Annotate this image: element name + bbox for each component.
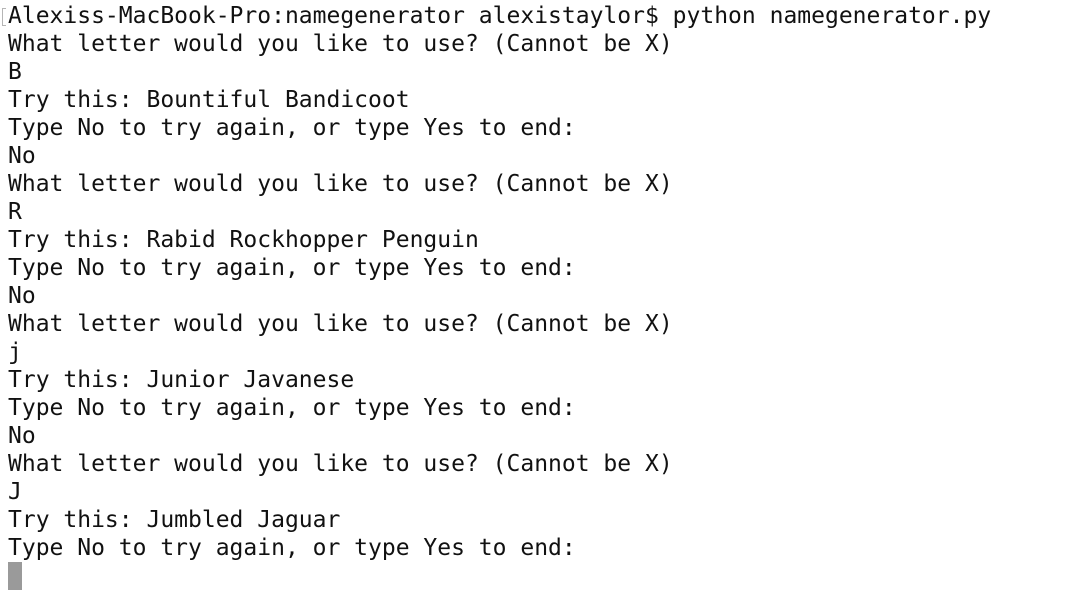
terminal-line-user-input: J bbox=[8, 479, 22, 505]
terminal-line-suggestion: Try this: Junior Javanese bbox=[8, 367, 355, 393]
terminal-line-suggestion: Try this: Bountiful Bandicoot bbox=[8, 87, 410, 113]
terminal-line-question: What letter would you like to use? (Cann… bbox=[8, 31, 673, 57]
terminal-line-question: What letter would you like to use? (Cann… bbox=[8, 171, 673, 197]
terminal-line-prompt-command: Alexiss-MacBook-Pro:namegenerator alexis… bbox=[8, 3, 992, 29]
terminal-line-question: Type No to try again, or type Yes to end… bbox=[8, 255, 576, 281]
terminal-line-question: Type No to try again, or type Yes to end… bbox=[8, 535, 576, 561]
terminal-line-user-input: j bbox=[8, 339, 22, 365]
terminal-line-user-input: B bbox=[8, 59, 22, 85]
terminal-line-question: Type No to try again, or type Yes to end… bbox=[8, 395, 576, 421]
terminal-line-user-input: No bbox=[8, 143, 36, 169]
terminal-line-user-input: No bbox=[8, 423, 36, 449]
terminal-line-question: What letter would you like to use? (Cann… bbox=[8, 451, 673, 477]
terminal-window[interactable]: Alexiss-MacBook-Pro:namegenerator alexis… bbox=[0, 0, 1076, 598]
terminal-cursor[interactable] bbox=[8, 562, 22, 590]
terminal-line-question: What letter would you like to use? (Cann… bbox=[8, 311, 673, 337]
terminal-output: Alexiss-MacBook-Pro:namegenerator alexis… bbox=[8, 2, 991, 562]
terminal-line-user-input: No bbox=[8, 283, 36, 309]
terminal-line-user-input: R bbox=[8, 199, 22, 225]
terminal-line-question: Type No to try again, or type Yes to end… bbox=[8, 115, 576, 141]
terminal-line-suggestion: Try this: Rabid Rockhopper Penguin bbox=[8, 227, 479, 253]
line-start-marker bbox=[2, 8, 6, 26]
terminal-line-suggestion: Try this: Jumbled Jaguar bbox=[8, 507, 341, 533]
